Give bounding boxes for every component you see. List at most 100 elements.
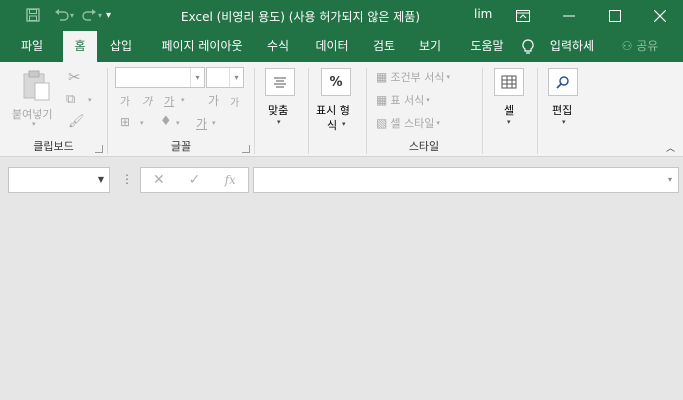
increase-font-button[interactable]: 가 (208, 92, 219, 109)
borders-dropdown-icon[interactable]: ▾ (140, 119, 144, 127)
copy-dropdown-icon[interactable]: ▾ (88, 96, 92, 104)
number-group[interactable]: % 표시 형 식 ▾ (309, 62, 367, 157)
font-launcher-icon[interactable] (242, 145, 250, 153)
tab-data[interactable]: 데이터 (308, 31, 356, 62)
minimize-button[interactable] (546, 0, 592, 31)
conditional-formatting-button[interactable]: ▦ 조건부 서식 ▾ (376, 68, 450, 86)
editing-group[interactable]: 편집 ▾ (538, 62, 592, 157)
copy-icon[interactable]: ⧉ (66, 92, 75, 107)
cell-styles-button[interactable]: ▧ 셀 스타일 ▾ (376, 114, 440, 132)
underline-dropdown-icon[interactable]: ▾ (181, 96, 185, 104)
enter-icon[interactable]: ✓ (177, 172, 213, 188)
paste-icon (23, 70, 50, 101)
clipboard-group-label: 클립보드 (33, 140, 74, 153)
format-as-table-label: 표 서식 (390, 94, 425, 107)
clipboard-launcher-icon[interactable] (95, 145, 103, 153)
ribbon-display-icon (516, 9, 530, 22)
share-button[interactable]: ⚇ 공유 (616, 31, 664, 62)
borders-icon[interactable]: ⊞ (120, 115, 130, 129)
number-label-line2: 식 (327, 119, 338, 132)
quick-access-toolbar: ▾ ▾ ▾ (22, 4, 120, 26)
search-icon (556, 76, 569, 89)
chevron-down-icon: ▾ (426, 96, 430, 104)
expand-formula-bar-icon[interactable]: ▾ (668, 175, 672, 184)
redo-dropdown-icon[interactable]: ▾ (98, 11, 102, 20)
formula-input[interactable]: ▾ (253, 167, 679, 193)
insert-function-icon[interactable]: fx (212, 173, 248, 187)
formula-bar-resize-handle[interactable]: ⋮ (121, 172, 133, 186)
bold-button[interactable]: 가 (120, 93, 130, 109)
undo-button[interactable] (50, 4, 72, 26)
workspace-area (0, 203, 683, 400)
font-size-combo[interactable]: ▾ (206, 67, 244, 88)
cells-icon-box (494, 68, 524, 96)
chevron-down-icon: ▾ (446, 73, 450, 81)
chevron-down-icon: ▾ (229, 68, 243, 87)
editing-label: 편집 (552, 104, 573, 117)
chevron-down-icon[interactable]: ▼ (98, 175, 104, 184)
font-name-combo[interactable]: ▾ (115, 67, 205, 88)
close-button[interactable] (637, 0, 683, 31)
save-icon (26, 8, 40, 22)
alignment-group[interactable]: 맞춤 ▾ (255, 62, 307, 157)
number-label-line1: 표시 형 (316, 104, 350, 117)
font-color-dropdown-icon[interactable]: ▾ (212, 119, 216, 127)
save-button[interactable] (22, 4, 44, 26)
styles-group-label: 스타일 (408, 140, 440, 153)
paste-button[interactable]: 붙여넣기 ▾ (10, 68, 64, 128)
tab-review[interactable]: 검토 (366, 31, 402, 62)
maximize-button[interactable] (592, 0, 638, 31)
tell-me-icon[interactable] (518, 31, 538, 62)
user-name[interactable]: lim (474, 7, 492, 21)
ribbon: 붙여넣기 ▾ ✂ ⧉ ▾ 🖌 클립보드 ▾ ▾ 가 가 가 ▾ 가 가 ⊞ ▾ … (0, 62, 683, 157)
cancel-icon[interactable]: ✕ (141, 172, 177, 188)
tab-file[interactable]: 파일 (8, 31, 56, 62)
ribbon-display-options-button[interactable] (500, 0, 546, 31)
tab-page-layout[interactable]: 페이지 레이아웃 (150, 31, 254, 62)
tab-view[interactable]: 보기 (412, 31, 448, 62)
format-as-table-button[interactable]: ▦ 표 서식 ▾ (376, 91, 430, 109)
format-painter-icon[interactable]: 🖌 (68, 114, 85, 129)
conditional-formatting-label: 조건부 서식 (390, 71, 445, 84)
cells-group[interactable]: 셀 ▾ (483, 62, 537, 157)
cut-icon[interactable]: ✂ (68, 68, 81, 86)
collapse-ribbon-icon[interactable]: ︿ (666, 141, 675, 154)
italic-button[interactable]: 가 (142, 93, 152, 109)
number-icon-box: % (321, 68, 351, 96)
fill-color-icon[interactable]: ♦ (160, 114, 172, 129)
formula-buttons: ✕ ✓ fx (140, 167, 249, 193)
undo-dropdown-icon[interactable]: ▾ (70, 11, 74, 20)
ribbon-tabs: 파일 홈 삽입 페이지 레이아웃 수식 데이터 검토 보기 도움말 입력하세 ⚇… (0, 31, 683, 64)
share-user-icon: ⚇ (621, 39, 633, 53)
tab-help[interactable]: 도움말 (460, 31, 514, 62)
tab-formulas[interactable]: 수식 (260, 31, 296, 62)
fill-dropdown-icon[interactable]: ▾ (176, 119, 180, 127)
editing-dropdown-icon: ▾ (562, 118, 566, 126)
alignment-icon-box (265, 68, 295, 96)
chevron-down-icon: ▾ (190, 68, 204, 87)
window-title: Excel (비영리 용도) (사용 허가되지 않은 제품) (181, 10, 421, 24)
share-label: 공유 (636, 39, 659, 53)
table-icon: ▦ (376, 93, 388, 107)
name-box[interactable]: ▼ (8, 167, 110, 193)
font-group-label: 글꼴 (170, 140, 192, 153)
tab-insert[interactable]: 삽입 (102, 31, 140, 62)
undo-icon (54, 8, 69, 21)
tell-me-input[interactable]: 입력하세 (544, 31, 600, 62)
styles-group: ▦ 조건부 서식 ▾ ▦ 표 서식 ▾ ▧ 셀 스타일 ▾ 스타일 (367, 62, 481, 157)
alignment-label: 맞춤 (268, 104, 289, 117)
redo-icon (81, 8, 96, 21)
maximize-icon (609, 9, 621, 22)
underline-button[interactable]: 가 (164, 93, 174, 109)
decrease-font-button[interactable]: 가 (230, 94, 239, 109)
cells-dropdown-icon: ▾ (507, 118, 511, 126)
number-dropdown-icon: ▾ (342, 120, 346, 128)
lightbulb-icon (522, 39, 534, 54)
font-color-button[interactable]: 가 (196, 115, 207, 132)
percent-icon: % (329, 74, 343, 90)
tab-home[interactable]: 홈 (63, 31, 97, 64)
cells-label: 셀 (504, 104, 515, 117)
align-icon (274, 77, 286, 88)
redo-button[interactable] (78, 4, 100, 26)
customize-qat-icon[interactable]: ▾ (106, 10, 120, 21)
